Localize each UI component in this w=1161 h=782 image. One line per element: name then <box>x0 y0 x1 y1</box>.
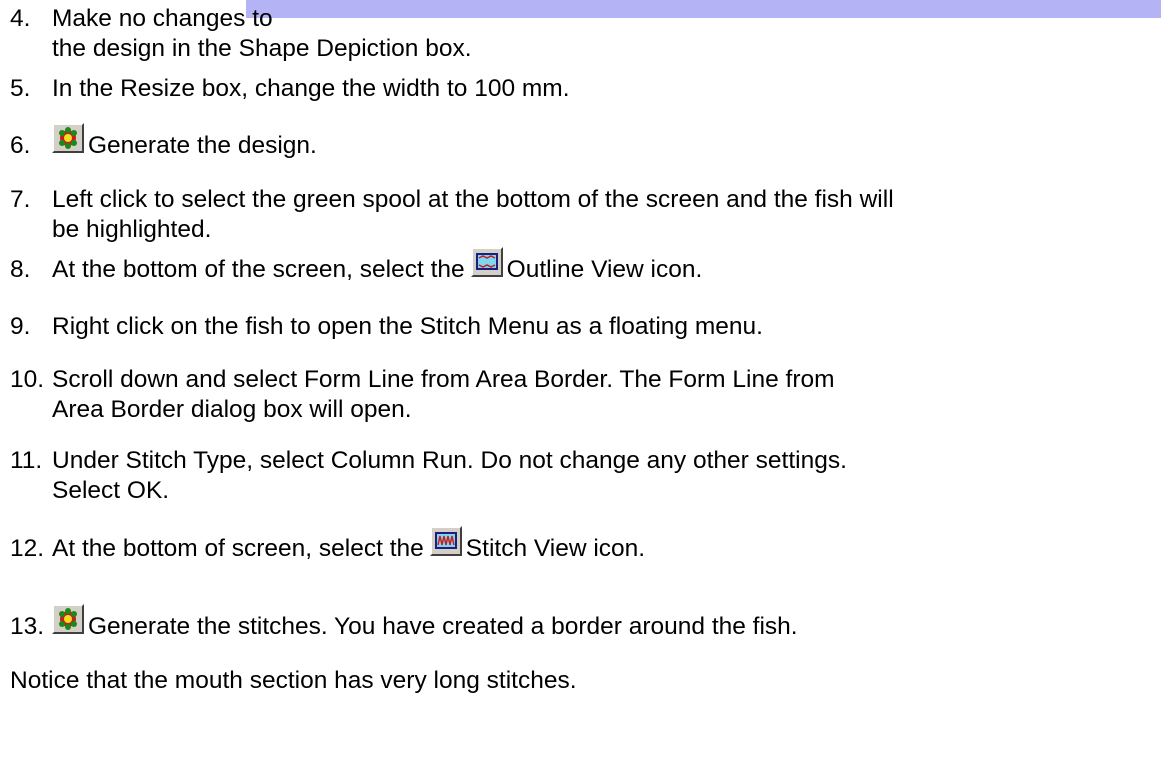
step-text: Area Border dialog box will open. <box>52 396 412 423</box>
step-number: 6. <box>10 132 31 159</box>
step-text: Generate the design. <box>88 132 317 159</box>
step-text: Right click on the fish to open the Stit… <box>52 313 763 340</box>
step-number: 9. <box>10 313 31 340</box>
step-text: Generate the stitches. You have created … <box>88 613 798 640</box>
step-text: Stitch View icon. <box>465 535 646 562</box>
step-number: 7. <box>10 186 31 213</box>
outline-view-icon <box>470 247 503 277</box>
closing-note: Notice that the mouth section has very l… <box>10 667 577 694</box>
generate-stitches-icon <box>52 604 84 634</box>
step-text: the design in the Shape Depiction box. <box>52 35 472 62</box>
step-text: At the bottom of screen, select the <box>52 535 424 562</box>
step-text: Under Stitch Type, select Column Run. Do… <box>52 447 847 474</box>
stitch-view-icon <box>429 526 462 556</box>
step-text: Make no changes to <box>52 5 273 32</box>
step-text: Left click to select the green spool at … <box>52 186 894 213</box>
step-text: At the bottom of the screen, select the <box>52 256 465 283</box>
step-number: 13. <box>10 613 45 640</box>
step-number: 11. <box>10 447 43 474</box>
step-text: Scroll down and select Form Line from Ar… <box>52 366 835 393</box>
step-text: be highlighted. <box>52 216 212 243</box>
generate-design-icon <box>52 123 84 153</box>
step-text: Outline View icon. <box>506 256 703 283</box>
step-number: 10. <box>10 366 45 393</box>
step-text: Select OK. <box>52 477 170 504</box>
step-number: 8. <box>10 256 31 283</box>
step-text: In the Resize box, change the width to 1… <box>52 75 570 102</box>
step-number: 12. <box>10 535 45 562</box>
step-number: 5. <box>10 75 31 102</box>
step-number: 4. <box>10 5 31 32</box>
